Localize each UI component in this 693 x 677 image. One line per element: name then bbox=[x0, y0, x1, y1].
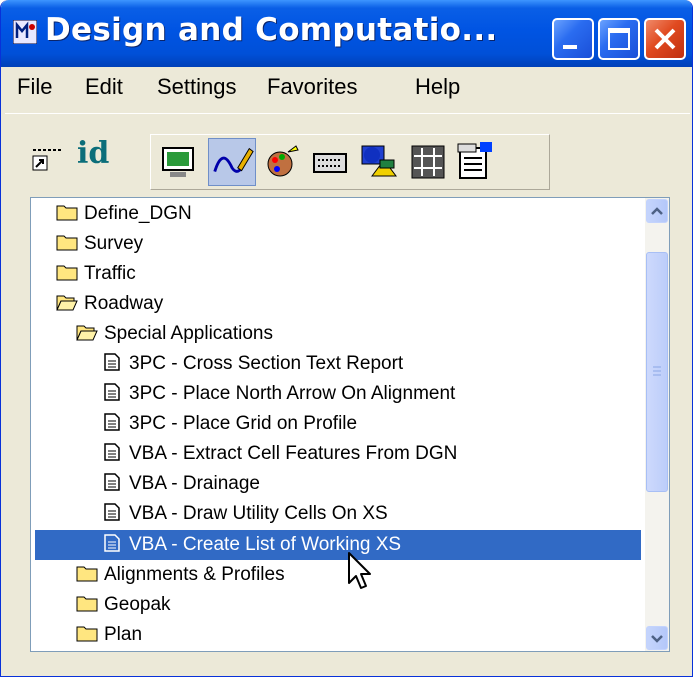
maximize-button[interactable] bbox=[598, 18, 640, 60]
folder-closed-icon bbox=[56, 205, 78, 221]
menu-bar: File Edit Settings Favorites Help bbox=[5, 68, 690, 108]
app-logo-icon bbox=[13, 20, 37, 44]
tree-item-traffic[interactable]: Traffic bbox=[56, 260, 136, 288]
menu-favorites[interactable]: Favorites bbox=[267, 74, 357, 100]
menu-file[interactable]: File bbox=[17, 74, 52, 100]
app-window: Design and Computatio... File Edit Setti… bbox=[0, 0, 693, 677]
tree-item-north-arrow[interactable]: 3PC - Place North Arrow On Alignment bbox=[101, 380, 455, 408]
title-bar[interactable]: Design and Computatio... bbox=[1, 0, 692, 67]
tree-item-extract-cell[interactable]: VBA - Extract Cell Features From DGN bbox=[101, 440, 457, 468]
tree-item-roadway[interactable]: Roadway bbox=[56, 290, 163, 318]
keyboard-icon[interactable] bbox=[310, 142, 350, 182]
folder-open-icon bbox=[56, 295, 78, 311]
document-icon bbox=[104, 443, 120, 461]
document-icon bbox=[104, 503, 120, 521]
menu-help[interactable]: Help bbox=[415, 74, 460, 100]
folder-closed-icon bbox=[76, 566, 98, 582]
tree-item-alignments-profiles[interactable]: Alignments & Profiles bbox=[76, 561, 285, 589]
scroll-down-button[interactable] bbox=[646, 626, 668, 650]
document-icon bbox=[104, 473, 120, 491]
toolbar: id bbox=[5, 113, 690, 194]
tree-item-grid-profile[interactable]: 3PC - Place Grid on Profile bbox=[101, 410, 357, 438]
scroll-thumb[interactable] bbox=[646, 252, 668, 492]
folder-closed-icon bbox=[76, 596, 98, 612]
tree-item-define-dgn[interactable]: Define_DGN bbox=[56, 200, 192, 228]
tree-item-plan[interactable]: Plan bbox=[76, 621, 142, 649]
grid-tool-icon[interactable] bbox=[408, 142, 448, 182]
shortcut-icon[interactable] bbox=[27, 140, 67, 180]
shapes-icon[interactable] bbox=[358, 140, 398, 180]
chevron-down-icon bbox=[651, 635, 663, 643]
menu-settings[interactable]: Settings bbox=[157, 74, 237, 100]
minimize-icon bbox=[563, 45, 577, 49]
draw-pencil-icon[interactable] bbox=[208, 138, 256, 186]
tree-item-utility-cells[interactable]: VBA - Draw Utility Cells On XS bbox=[101, 500, 388, 528]
close-button[interactable] bbox=[644, 18, 686, 60]
tree-item-cross-section-report[interactable]: 3PC - Cross Section Text Report bbox=[101, 350, 403, 378]
palette-icon[interactable] bbox=[262, 142, 302, 182]
document-icon bbox=[104, 383, 120, 401]
document-icon bbox=[104, 534, 120, 552]
folder-closed-icon bbox=[76, 626, 98, 642]
tree-item-survey[interactable]: Survey bbox=[56, 230, 143, 258]
close-icon bbox=[654, 28, 676, 50]
menu-edit[interactable]: Edit bbox=[85, 74, 123, 100]
folder-open-icon bbox=[76, 325, 98, 341]
tree-item-special-applications[interactable]: Special Applications bbox=[76, 320, 273, 348]
maximize-icon bbox=[608, 28, 630, 50]
vertical-scrollbar[interactable] bbox=[645, 198, 669, 651]
id-button[interactable]: id bbox=[77, 136, 109, 171]
minimize-button[interactable] bbox=[552, 18, 594, 60]
properties-icon[interactable] bbox=[454, 140, 494, 180]
tree-item-drainage[interactable]: VBA - Drainage bbox=[101, 470, 260, 498]
window-title: Design and Computatio... bbox=[45, 12, 498, 48]
monitor-icon[interactable] bbox=[158, 142, 198, 182]
mouse-cursor-icon bbox=[348, 552, 371, 589]
chevron-up-icon bbox=[651, 207, 663, 215]
folder-closed-icon bbox=[56, 265, 78, 281]
tree-item-geopak[interactable]: Geopak bbox=[76, 591, 171, 619]
grip-icon bbox=[653, 366, 661, 376]
document-icon bbox=[104, 353, 120, 371]
document-icon bbox=[104, 413, 120, 431]
scroll-up-button[interactable] bbox=[646, 199, 668, 223]
folder-closed-icon bbox=[56, 235, 78, 251]
